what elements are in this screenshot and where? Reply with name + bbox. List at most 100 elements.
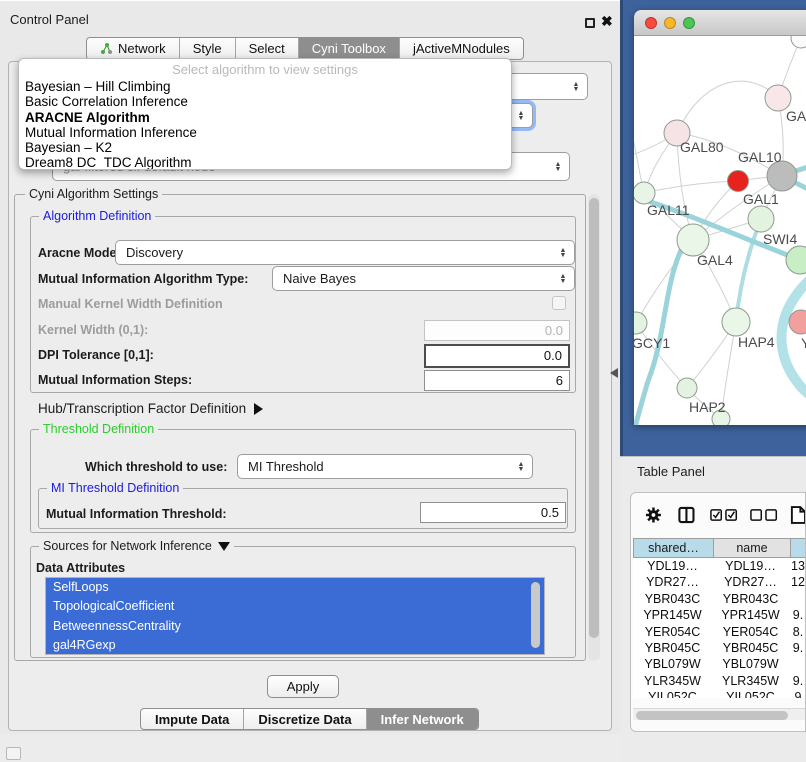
node-gcy1[interactable]: [634, 312, 647, 334]
column-header-clipped[interactable]: [790, 539, 806, 557]
table-row[interactable]: YBR045CYBR045C9.: [633, 640, 806, 656]
tab-impute-data[interactable]: Impute Data: [141, 709, 243, 729]
collapsed-arrow-icon: [254, 403, 263, 415]
cell-value: [789, 656, 806, 672]
data-attributes-list[interactable]: SelfLoops TopologicalCoefficient Between…: [45, 577, 545, 655]
cell-shared-name: YBR043C: [633, 591, 712, 607]
node-gal11[interactable]: [634, 182, 655, 204]
cell-name: YLR345W: [712, 673, 789, 689]
select-all-checkboxes-icon[interactable]: [710, 508, 738, 522]
mouse-cursor: [610, 368, 618, 378]
columns-icon[interactable]: [678, 506, 695, 524]
close-icon[interactable]: ✖: [601, 13, 613, 30]
dropdown-item[interactable]: Bayesian – Hill Climbing: [19, 79, 511, 94]
network-canvas[interactable]: GAL80 GAL10 GAL11 GAL1 SWI4 GAL4 GCY1 HA…: [634, 36, 806, 425]
node-swi4[interactable]: [786, 246, 806, 274]
list-item[interactable]: SelfLoops: [46, 578, 544, 597]
tab-network[interactable]: Network: [87, 38, 179, 59]
table-row[interactable]: YLR345WYLR345W9.: [633, 673, 806, 689]
dropdown-item[interactable]: Dream8 DC_TDC Algorithm: [19, 155, 511, 170]
network-window-titlebar[interactable]: [634, 10, 806, 36]
manual-kernel-checkbox[interactable]: [552, 296, 566, 310]
sources-toggle[interactable]: Sources for Network Inference: [39, 539, 234, 553]
mi-threshold-field[interactable]: 0.5: [420, 502, 566, 523]
list-item[interactable]: TopologicalCoefficient: [46, 597, 544, 616]
network-view-window[interactable]: GAL80 GAL10 GAL11 GAL1 SWI4 GAL4 GCY1 HA…: [634, 10, 806, 425]
mi-type-combobox[interactable]: Naive Bayes ▲▼: [272, 266, 575, 291]
cell-value: 9.: [789, 640, 806, 656]
cell-value: 9.: [789, 673, 806, 689]
partial-node[interactable]: [791, 36, 806, 48]
scrollbar-thumb[interactable]: [589, 198, 599, 638]
table-row-clipped[interactable]: YIL052CYIL052C9: [633, 689, 806, 698]
tab-cyni-toolbox[interactable]: Cyni Toolbox: [298, 38, 399, 59]
stepper-icon: ▲▼: [569, 82, 587, 92]
table-row[interactable]: YDL19…YDL19…13: [633, 558, 806, 574]
which-threshold-label: Which threshold to use:: [85, 460, 227, 474]
dropdown-item[interactable]: Bayesian – K2: [19, 140, 511, 155]
node-table: shared… name YDL19…YDL19…13 YDR27…YDR27……: [633, 538, 806, 698]
list-item[interactable]: gal4RGexp: [46, 636, 544, 655]
node-label: GAL4: [697, 252, 733, 268]
stepper-icon: ▲▼: [514, 111, 532, 121]
tab-discretize-data[interactable]: Discretize Data: [243, 709, 365, 729]
node-hap2[interactable]: [677, 378, 697, 398]
table-toolbar: [631, 493, 806, 537]
dropdown-item-aracne[interactable]: ARACNE Algorithm: [19, 110, 511, 125]
table-row[interactable]: YPR145WYPR145W9.: [633, 607, 806, 623]
resize-grip-icon[interactable]: [6, 747, 21, 760]
column-header-shared-name[interactable]: shared…: [634, 539, 713, 557]
zoom-traffic-icon[interactable]: [683, 17, 695, 29]
cell-value: 8.: [789, 624, 806, 640]
deselect-all-checkboxes-icon[interactable]: [750, 508, 778, 522]
node-gal1[interactable]: [748, 206, 774, 232]
list-scrollbar-thumb[interactable]: [531, 582, 540, 648]
table-panel: shared… name YDL19…YDL19…13 YDR27…YDR27……: [630, 492, 806, 732]
document-icon[interactable]: [790, 505, 806, 525]
tab-label: jActiveMNodules: [413, 41, 510, 56]
stepper-icon: ▲▼: [514, 462, 532, 472]
node-selected-red[interactable]: [728, 171, 749, 192]
tab-select[interactable]: Select: [235, 38, 298, 59]
gear-icon[interactable]: [645, 506, 662, 524]
float-window-icon[interactable]: [585, 18, 595, 28]
cell-name: YBL079W: [712, 656, 789, 672]
tab-label: Style: [193, 41, 222, 56]
sources-title: Sources for Network Inference: [43, 539, 212, 553]
dropdown-item[interactable]: Basic Correlation Inference: [19, 94, 511, 109]
mi-steps-field[interactable]: 6: [424, 370, 570, 391]
which-threshold-combobox[interactable]: MI Threshold ▲▼: [237, 454, 533, 479]
group-title: Threshold Definition: [39, 422, 158, 436]
kernel-width-field[interactable]: 0.0: [424, 320, 570, 341]
aracne-mode-label: Aracne Mode:: [38, 246, 121, 260]
table-row[interactable]: YDR27…YDR27…12: [633, 574, 806, 590]
cell-name: YER054C: [712, 624, 789, 640]
apply-button[interactable]: Apply: [267, 675, 339, 698]
tab-style[interactable]: Style: [179, 38, 235, 59]
scrollbar-thumb[interactable]: [636, 711, 788, 720]
tab-infer-network[interactable]: Infer Network: [366, 709, 478, 729]
group-title: Cyni Algorithm Settings: [25, 187, 162, 201]
aracne-mode-combobox[interactable]: Discovery ▲▼: [115, 240, 575, 265]
table-horizontal-scrollbar[interactable]: [633, 708, 805, 720]
node-hap4[interactable]: [722, 308, 750, 336]
table-row[interactable]: YER054CYER054C8.: [633, 624, 806, 640]
node-gal10[interactable]: [767, 161, 797, 191]
cell-shared-name: YPR145W: [633, 607, 712, 623]
which-threshold-value: MI Threshold: [248, 459, 324, 474]
table-row[interactable]: YBR043CYBR043C: [633, 591, 806, 607]
hub-section-toggle[interactable]: Hub/Transcription Factor Definition: [38, 401, 263, 416]
column-header-name[interactable]: name: [713, 539, 790, 557]
cell-shared-name: YBL079W: [633, 656, 712, 672]
list-item[interactable]: BetweennessCentrality: [46, 617, 544, 636]
tab-jactivemnodules[interactable]: jActiveMNodules: [399, 38, 523, 59]
settings-scrollbar[interactable]: [588, 194, 600, 661]
table-row[interactable]: YBL079WYBL079W: [633, 656, 806, 672]
mi-type-value: Naive Bayes: [283, 271, 356, 286]
dropdown-item[interactable]: Mutual Information Inference: [19, 125, 511, 140]
minimize-traffic-icon[interactable]: [664, 17, 676, 29]
dpi-tolerance-field[interactable]: 0.0: [424, 344, 570, 368]
control-panel-tabbar: Network Style Select Cyni Toolbox jActiv…: [86, 37, 524, 60]
close-traffic-icon[interactable]: [645, 17, 657, 29]
node-y-truncated[interactable]: [789, 310, 806, 334]
